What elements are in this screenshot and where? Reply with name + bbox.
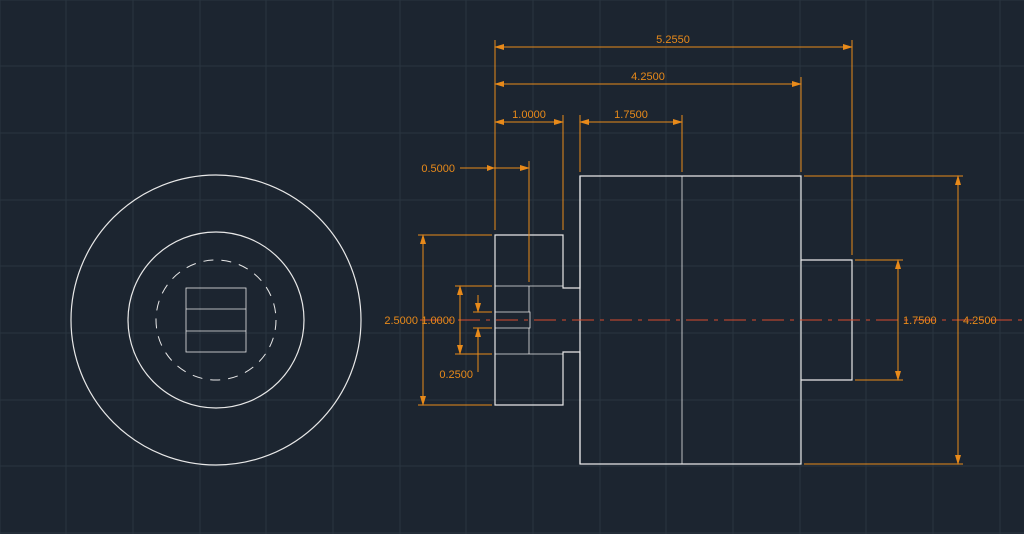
dim-label: 0.5000: [421, 163, 455, 175]
dim-label: 4.2500: [631, 71, 665, 83]
grid: [0, 0, 1024, 534]
dim-label: 1.0000: [512, 109, 546, 121]
dim-label: 1.0000: [421, 315, 455, 327]
front-view: [71, 175, 361, 465]
dim-label: 2.5000: [384, 315, 418, 327]
dim-label: 4.2500: [963, 315, 997, 327]
dim-label: 1.7500: [614, 109, 648, 121]
cad-drawing-canvas[interactable]: 5.2550 4.2500 1.7500 1.0000 0.5000 2.500…: [0, 0, 1024, 534]
dim-label: 5.2550: [656, 34, 690, 46]
dim-label: 0.2500: [439, 369, 473, 381]
dim-label: 1.7500: [903, 315, 937, 327]
